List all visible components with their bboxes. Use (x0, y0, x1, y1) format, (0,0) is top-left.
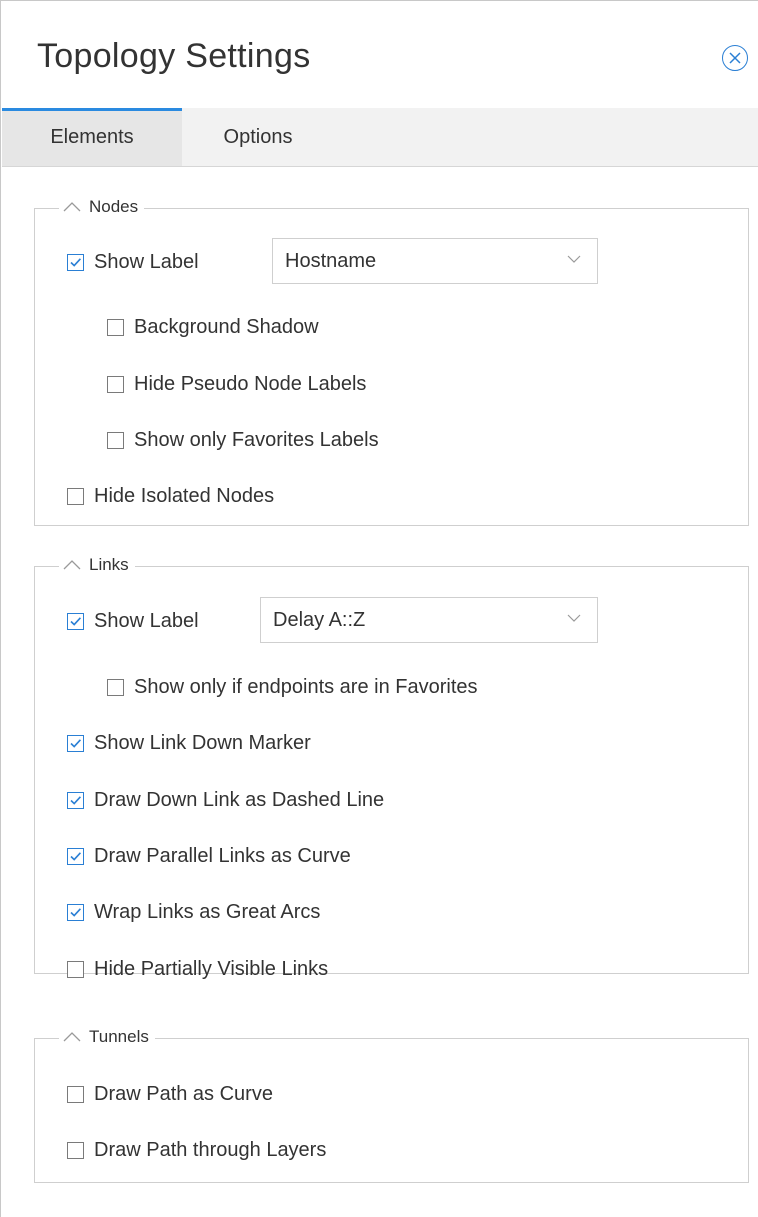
links-great-arcs-checkbox[interactable]: Wrap Links as Great Arcs (67, 901, 320, 924)
tunnels-path-layers-checkbox[interactable]: Draw Path through Layers (67, 1139, 326, 1162)
links-parallel-curve-text: Draw Parallel Links as Curve (94, 845, 351, 867)
nodes-favorites-labels-text: Show only Favorites Labels (134, 429, 379, 451)
tab-elements-label: Elements (50, 125, 134, 148)
links-dashed-line-checkbox[interactable]: Draw Down Link as Dashed Line (67, 789, 384, 812)
nodes-favorites-labels-checkbox[interactable]: Show only Favorites Labels (107, 429, 379, 452)
checkbox-checked-icon (67, 904, 84, 921)
links-label-select-value: Delay A::Z (273, 608, 366, 631)
tunnels-path-curve-text: Draw Path as Curve (94, 1083, 273, 1105)
nodes-label-select-value: Hostname (285, 249, 377, 272)
links-hide-partial-checkbox[interactable]: Hide Partially Visible Links (67, 958, 328, 981)
chevron-down-icon (567, 255, 581, 263)
links-down-marker-checkbox[interactable]: Show Link Down Marker (67, 732, 311, 755)
checkbox-icon (107, 376, 124, 393)
checkbox-icon (107, 432, 124, 449)
tab-options-label: Options (223, 125, 293, 148)
nodes-background-shadow-text: Background Shadow (134, 316, 319, 338)
links-show-label-text: Show Label (94, 610, 199, 632)
nodes-show-label-checkbox[interactable]: Show Label (67, 251, 199, 274)
checkbox-checked-icon (67, 792, 84, 809)
links-show-label-checkbox[interactable]: Show Label (67, 610, 199, 633)
checkbox-checked-icon (67, 848, 84, 865)
panel-title: Topology Settings (37, 37, 311, 75)
nodes-group: Nodes Show Label Hostname Background Sha… (34, 197, 749, 526)
chevron-down-icon (567, 614, 581, 622)
tunnels-legend: Tunnels (89, 1027, 149, 1046)
links-down-marker-text: Show Link Down Marker (94, 732, 311, 754)
links-parallel-curve-checkbox[interactable]: Draw Parallel Links as Curve (67, 845, 351, 868)
links-label-select[interactable]: Delay A::Z (260, 597, 598, 643)
chevron-up-icon (63, 560, 81, 570)
links-hide-partial-text: Hide Partially Visible Links (94, 958, 329, 980)
close-icon[interactable] (722, 45, 748, 71)
nodes-show-label-text: Show Label (94, 251, 199, 273)
checkbox-icon (67, 1142, 84, 1159)
nodes-hide-pseudo-labels-text: Hide Pseudo Node Labels (134, 373, 367, 395)
tunnels-group-toggle[interactable]: Tunnels (59, 1027, 155, 1047)
checkbox-icon (107, 679, 124, 696)
links-legend: Links (89, 555, 129, 574)
links-group: Links Show Label Delay A::Z Show only if… (34, 555, 749, 980)
topology-settings-panel: Topology Settings Elements Options Nodes… (0, 0, 758, 1217)
checkbox-icon (107, 319, 124, 336)
tab-bar: Elements Options (2, 108, 758, 167)
links-favorites-endpoints-text: Show only if endpoints are in Favorites (134, 676, 478, 698)
tunnels-path-curve-checkbox[interactable]: Draw Path as Curve (67, 1083, 273, 1106)
nodes-legend: Nodes (89, 197, 139, 216)
tab-elements[interactable]: Elements (2, 108, 182, 166)
links-dashed-line-text: Draw Down Link as Dashed Line (94, 789, 385, 811)
nodes-background-shadow-checkbox[interactable]: Background Shadow (107, 316, 319, 339)
tunnels-group: Tunnels Draw Path as Curve Draw Path thr… (34, 1027, 749, 1183)
links-favorites-endpoints-checkbox[interactable]: Show only if endpoints are in Favorites (107, 676, 478, 699)
nodes-label-select[interactable]: Hostname (272, 238, 598, 284)
nodes-group-toggle[interactable]: Nodes (59, 197, 145, 217)
checkbox-checked-icon (67, 735, 84, 752)
checkbox-icon (67, 488, 84, 505)
checkbox-icon (67, 1086, 84, 1103)
nodes-hide-isolated-checkbox[interactable]: Hide Isolated Nodes (67, 485, 274, 508)
nodes-hide-isolated-text: Hide Isolated Nodes (94, 485, 275, 507)
chevron-up-icon (63, 202, 81, 212)
checkbox-icon (67, 961, 84, 978)
tab-options[interactable]: Options (182, 108, 334, 166)
checkbox-checked-icon (67, 613, 84, 630)
links-group-toggle[interactable]: Links (59, 555, 135, 575)
chevron-up-icon (63, 1032, 81, 1042)
checkbox-checked-icon (67, 254, 84, 271)
nodes-hide-pseudo-labels-checkbox[interactable]: Hide Pseudo Node Labels (107, 373, 366, 396)
tunnels-path-layers-text: Draw Path through Layers (94, 1139, 327, 1161)
links-great-arcs-text: Wrap Links as Great Arcs (94, 901, 321, 923)
